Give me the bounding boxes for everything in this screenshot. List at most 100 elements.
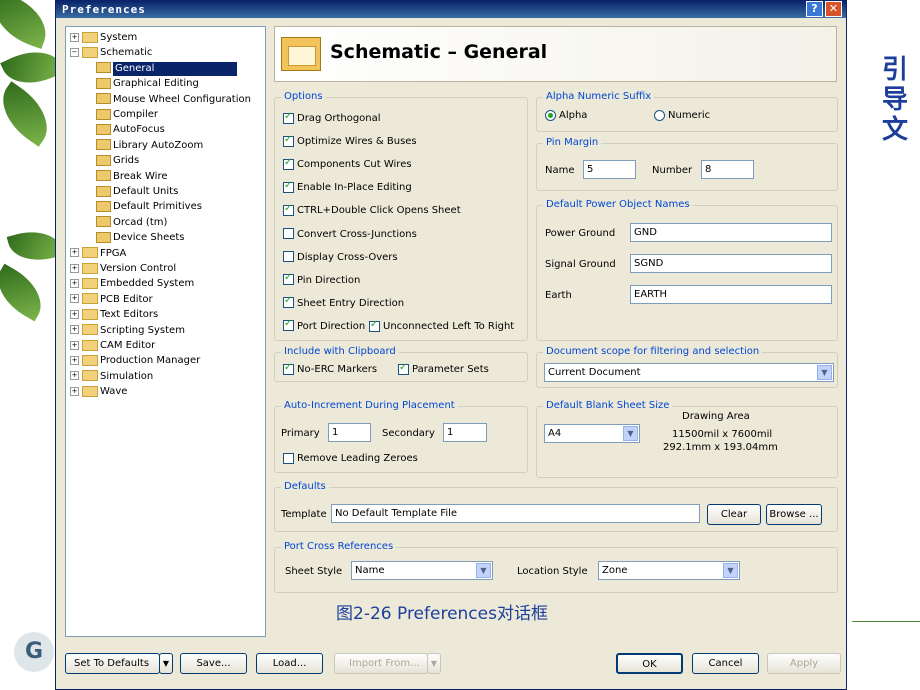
radio-dot[interactable] [545,109,556,121]
option-checkbox[interactable]: Pin Direction [283,272,360,287]
tree-item[interactable]: + PCB Editor [70,293,153,307]
sheet-style-select[interactable]: Name ▼ [351,561,493,580]
template-input[interactable]: No Default Template File [331,504,700,523]
unconnected-checkbox[interactable]: Unconnected Left To Right [369,319,514,333]
checkbox-box[interactable] [283,228,294,239]
expand-toggle-icon[interactable]: + [70,309,79,319]
no-erc-checkbox[interactable]: No-ERC Markers [283,362,377,376]
option-checkbox[interactable]: Drag Orthogonal [283,111,381,125]
set-to-defaults-button[interactable]: Set To Defaults [65,653,160,674]
expand-toggle-icon[interactable]: + [70,325,79,335]
location-style-select[interactable]: Zone ▼ [598,561,740,580]
remove-zeroes-checkbox[interactable]: Remove Leading Zeroes [283,452,418,465]
checkbox-box[interactable] [283,272,294,286]
tree-item[interactable]: Compiler [96,108,158,122]
tree-item[interactable]: Break Wire [96,170,168,184]
pin-number-margin-input[interactable]: 8 [701,160,754,179]
tree-item[interactable]: + Wave [70,385,127,399]
expand-toggle-icon[interactable]: + [70,294,79,304]
option-checkbox[interactable]: Sheet Entry Direction [283,295,404,310]
signal-ground-input[interactable]: SGND [630,254,832,273]
save-button[interactable]: Save... [180,653,247,674]
checkbox-box[interactable] [283,134,294,147]
close-button[interactable]: ✕ [825,1,842,17]
tree-item[interactable]: Default Primitives [96,200,202,214]
tree-item[interactable]: + Embedded System [70,277,194,291]
expand-toggle-icon[interactable]: − [70,47,79,57]
expand-toggle-icon[interactable]: + [70,32,79,42]
option-checkbox[interactable]: CTRL+Double Click Opens Sheet [283,203,461,217]
import-dropdown[interactable]: ▼ [427,653,441,674]
numeric-radio[interactable]: Numeric [654,109,710,122]
chevron-down-icon[interactable]: ▼ [476,563,491,578]
cancel-button[interactable]: Cancel [692,653,759,674]
import-from-button[interactable]: Import From... [334,653,428,674]
primary-input[interactable]: 1 [328,423,371,442]
checkbox-box[interactable] [283,251,294,263]
tree-item[interactable]: Library AutoZoom [96,139,203,153]
expand-toggle-icon[interactable]: + [70,340,79,350]
option-checkbox[interactable]: Port Direction [283,318,365,333]
power-ground-input[interactable]: GND [630,223,832,242]
load-button[interactable]: Load... [256,653,323,674]
help-button[interactable]: ? [806,1,823,17]
tree-item[interactable]: AutoFocus [96,123,165,137]
tree-item[interactable]: Default Units [96,185,178,199]
checkbox-box[interactable] [283,452,294,464]
checkbox-box[interactable] [283,362,294,375]
sheet-size-select[interactable]: A4 ▼ [544,424,640,443]
parameter-sets-checkbox[interactable]: Parameter Sets [398,362,489,376]
scope-select[interactable]: Current Document ▼ [544,363,834,382]
option-checkbox[interactable]: Enable In-Place Editing [283,180,412,194]
chevron-down-icon[interactable]: ▼ [723,563,738,578]
tree-item[interactable]: Grids [96,154,139,168]
tree-item[interactable]: + Simulation [70,370,153,384]
tree-item[interactable]: General [96,61,237,76]
clear-button[interactable]: Clear [707,504,761,525]
tree-item[interactable]: + Text Editors [70,308,158,322]
checkbox-box[interactable] [283,295,294,309]
option-checkbox[interactable]: Convert Cross-Junctions [283,228,417,241]
pin-name-margin-input[interactable]: 5 [583,160,636,179]
secondary-input[interactable]: 1 [443,423,487,442]
checkbox-box[interactable] [398,362,409,375]
expand-toggle-icon[interactable]: + [70,248,79,258]
set-defaults-dropdown[interactable]: ▼ [159,653,173,674]
tree-item[interactable]: + Production Manager [70,354,200,368]
expand-toggle-icon[interactable]: + [70,263,79,273]
checkbox-box[interactable] [283,111,294,124]
tree-item[interactable]: Graphical Editing [96,77,199,91]
option-checkbox[interactable]: Components Cut Wires [283,157,412,171]
expand-toggle-icon[interactable]: + [70,355,79,365]
tree-item[interactable]: + CAM Editor [70,339,155,353]
option-checkbox[interactable]: Display Cross-Overs [283,251,398,264]
chevron-down-icon[interactable]: ▼ [817,365,832,380]
tree-item[interactable]: − Schematic [70,46,152,60]
schematic-icon [281,37,321,71]
browse-button[interactable]: Browse ... [766,504,822,525]
expand-toggle-icon[interactable]: + [70,386,79,396]
checkbox-label: Convert Cross-Junctions [297,228,417,240]
tree-item[interactable]: Device Sheets [96,231,185,245]
chevron-down-icon[interactable]: ▼ [623,426,638,441]
checkbox-box[interactable] [283,203,294,216]
expand-toggle-icon[interactable]: + [70,278,79,288]
tree-item[interactable]: Mouse Wheel Configuration [96,93,251,107]
checkbox-box[interactable] [283,318,294,332]
checkbox-box[interactable] [283,157,294,170]
tree-item[interactable]: + Version Control [70,262,176,276]
tree-item[interactable]: Orcad (tm) [96,216,167,230]
expand-toggle-icon[interactable]: + [70,371,79,381]
apply-button[interactable]: Apply [767,653,841,674]
preferences-tree[interactable]: + System − Schematic General Graphical Editin… [65,26,266,637]
alpha-radio[interactable]: Alpha [545,109,587,122]
checkbox-box[interactable] [369,319,380,332]
tree-item[interactable]: + Scripting System [70,324,185,338]
option-checkbox[interactable]: Optimize Wires & Buses [283,134,417,148]
tree-item[interactable]: + FPGA [70,247,126,261]
tree-item[interactable]: + System [70,31,137,45]
checkbox-box[interactable] [283,180,294,193]
earth-input[interactable]: EARTH [630,285,832,304]
radio-dot[interactable] [654,109,665,121]
ok-button[interactable]: OK [616,653,683,674]
